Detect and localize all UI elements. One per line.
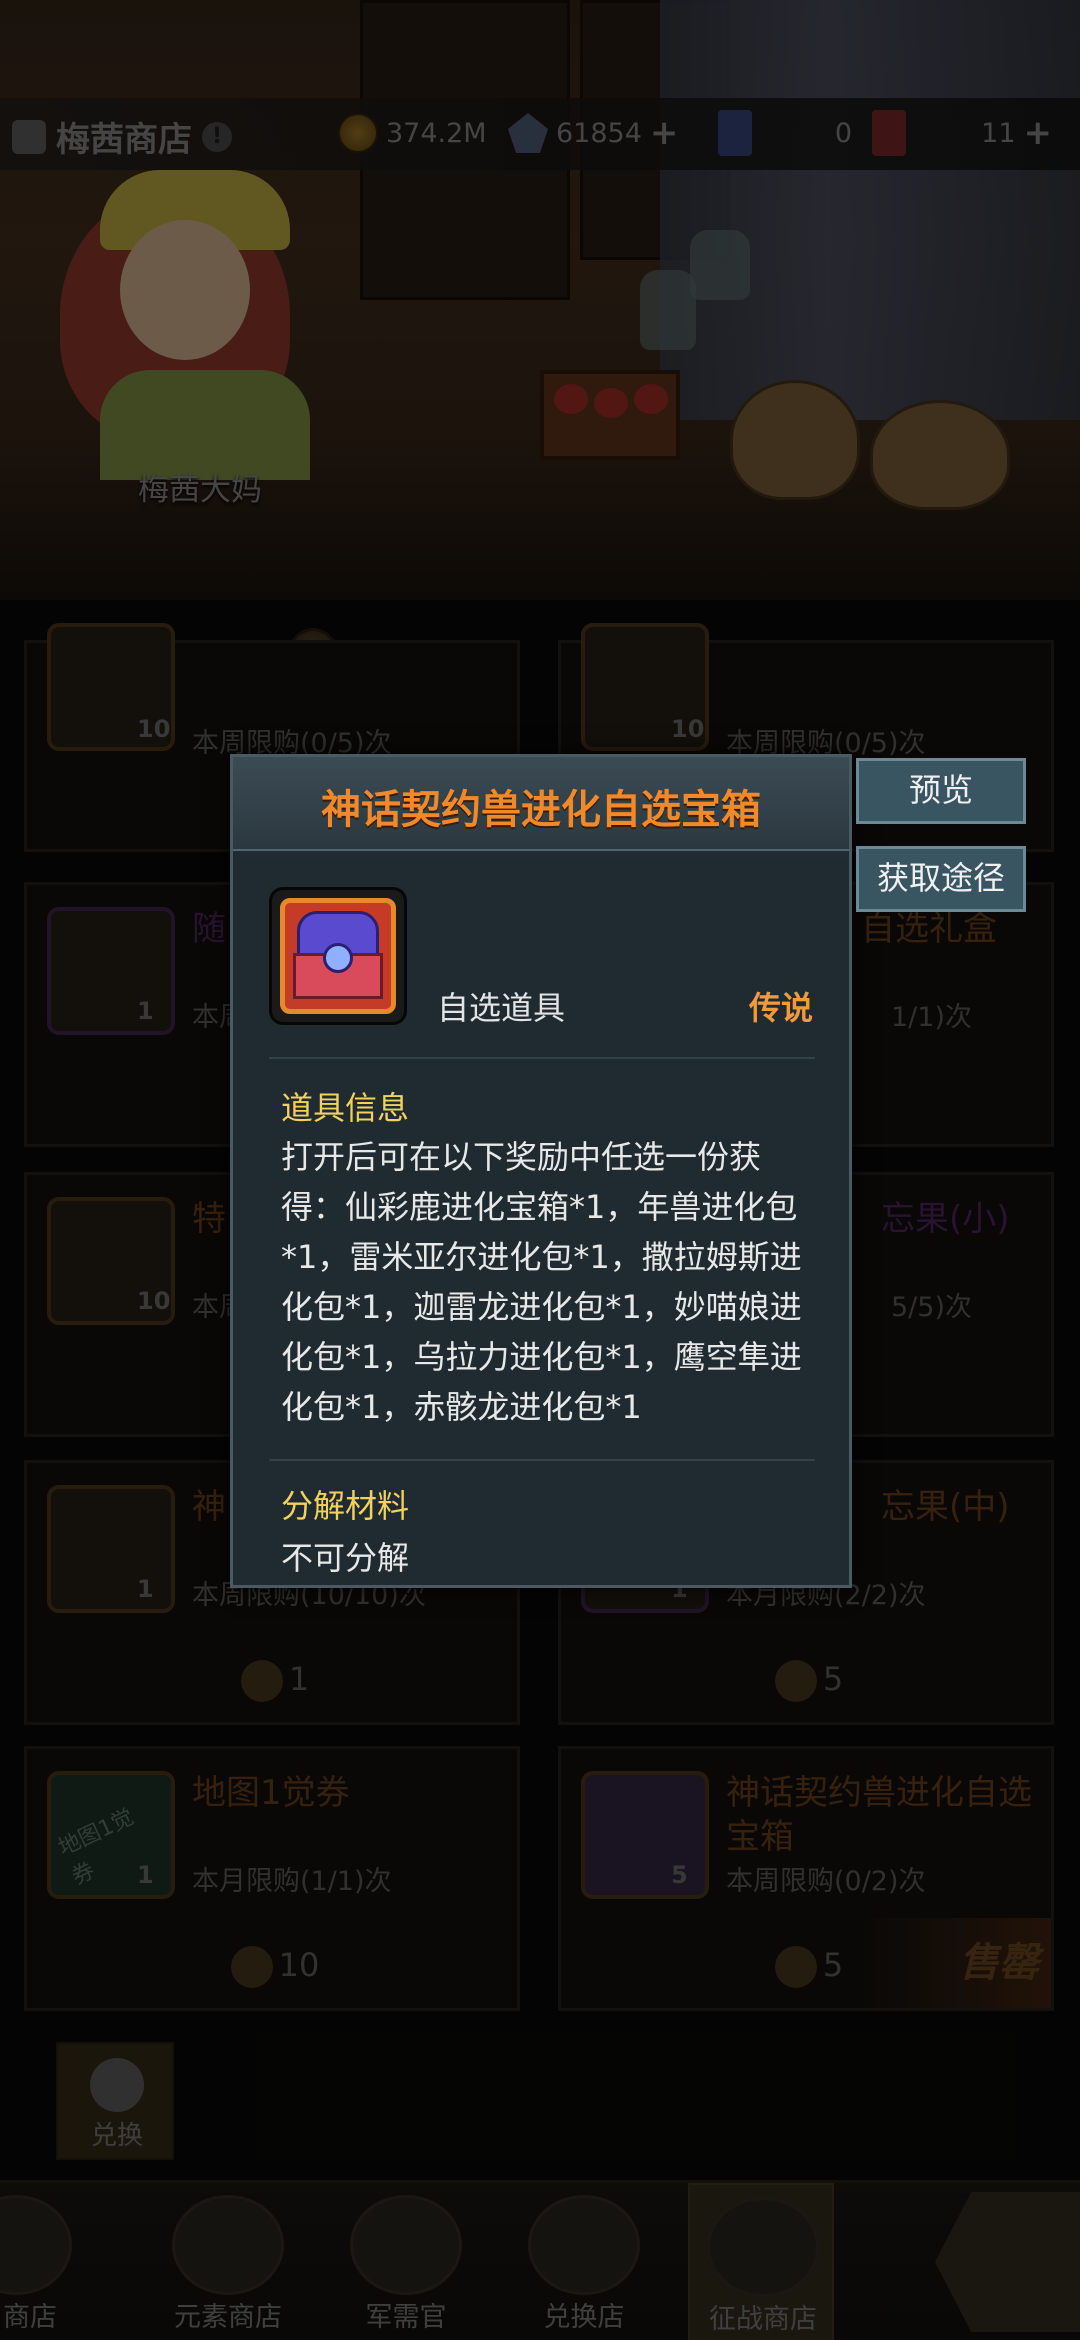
- nav-label: 兑换店: [543, 2302, 625, 2333]
- sold-out-badge: 售罄: [851, 1918, 1051, 2008]
- item-title: 忘果(中): [881, 1487, 1010, 1527]
- red-ticket-amount: 11: [981, 117, 1016, 149]
- item-count: 1: [137, 997, 154, 1025]
- add-ticket-button[interactable]: +: [1024, 113, 1053, 153]
- item-title: 神话契约兽进化自选宝箱: [726, 1773, 1032, 1857]
- item-rarity: 传说: [748, 989, 813, 1027]
- item-icon: 地图1觉券: [47, 1771, 175, 1899]
- gold-amount: 374.2M: [386, 117, 487, 149]
- jar: [640, 270, 696, 350]
- add-crystal-button[interactable]: +: [650, 113, 679, 153]
- fruit-crate: [540, 370, 680, 460]
- crystal-icon: [528, 2195, 640, 2295]
- chest-icon: [581, 1771, 709, 1899]
- red-ticket-currency: 11 +: [872, 110, 1052, 156]
- item-type: 自选道具: [437, 989, 566, 1027]
- item-count: 10: [671, 715, 705, 743]
- divider: [269, 1459, 815, 1461]
- item-title: 忘果(小): [881, 1199, 1010, 1239]
- bottom-nav: 商店 元素商店 军需官 兑换店 征战商店: [0, 2180, 1080, 2340]
- gold-currency: 374.2M: [338, 110, 487, 156]
- crystal-currency: 61854 +: [508, 110, 678, 156]
- item-price[interactable]: 1: [27, 1660, 523, 1702]
- item-icon: [47, 1485, 175, 1613]
- item-description: 打开后可在以下奖励中任选一份获得：仙彩鹿进化宝箱*1，年兽进化包*1，雷米亚尔进…: [281, 1138, 802, 1426]
- sack: [730, 380, 860, 500]
- shop-item-card[interactable]: 5 神话契约兽进化自选宝箱 本周限购(0/2)次 5 售罄: [558, 1746, 1054, 2011]
- item-title: 自选礼盒: [861, 909, 997, 949]
- item-price[interactable]: 5: [561, 1660, 1057, 1702]
- top-bar: 梅茜商店 ! 374.2M 61854 + 0 11 +: [0, 98, 1080, 170]
- medal-icon: [230, 1946, 273, 1988]
- jar: [690, 230, 750, 300]
- shop-icon: [0, 2195, 72, 2295]
- exchange-label: 兑换: [90, 2121, 143, 2151]
- exchange-button[interactable]: 兑换: [56, 2042, 174, 2160]
- crystal-amount: 61854: [556, 117, 642, 149]
- item-count: 1: [137, 1575, 154, 1603]
- treasure-chest-icon: [280, 898, 396, 1014]
- nav-label: 军需官: [365, 2302, 447, 2333]
- npc-portrait: [60, 150, 330, 480]
- item-count: 10: [137, 1287, 171, 1315]
- shop-scene: [0, 0, 1080, 600]
- blue-ticket-icon: [718, 110, 752, 156]
- coins-icon: [707, 2197, 819, 2297]
- item-price[interactable]: 10: [27, 1946, 523, 1988]
- shop-name: 梅茜商店: [56, 120, 192, 160]
- shop-title: 梅茜商店 !: [12, 112, 232, 161]
- red-ticket-icon: [872, 110, 906, 156]
- nav-shop[interactable]: 商店: [0, 2183, 160, 2340]
- purchase-limit: 本月限购(1/1)次: [192, 1866, 392, 1897]
- nav-exchange-shop[interactable]: 兑换店: [504, 2183, 664, 2340]
- medal-icon: [774, 1946, 817, 1988]
- blue-ticket-currency: 0: [718, 110, 852, 156]
- source-button[interactable]: 获取途径: [856, 846, 1026, 912]
- preview-button[interactable]: 预览: [856, 758, 1026, 824]
- shop-item-card[interactable]: 地图1觉券 1 地图1觉券 本月限购(1/1)次 10: [24, 1746, 520, 2011]
- purchase-limit: 5/5)次: [891, 1292, 972, 1323]
- shield-icon: [350, 2195, 462, 2295]
- purchase-limit: 本周限购(0/2)次: [726, 1866, 926, 1897]
- info-icon[interactable]: !: [202, 121, 232, 152]
- info-section-title: 道具信息: [281, 1089, 410, 1127]
- nav-conquest-shop[interactable]: 征战商店: [688, 2183, 834, 2340]
- divider: [269, 1057, 815, 1059]
- item-icon: [47, 907, 175, 1035]
- curtain: [660, 0, 1080, 420]
- item-icon-frame: [269, 887, 407, 1025]
- nav-label: 元素商店: [174, 2302, 282, 2333]
- exchange-icon: [90, 2058, 144, 2112]
- medal-icon: [240, 1660, 283, 1702]
- popup-title: 神话契约兽进化自选宝箱: [321, 787, 761, 833]
- item-count: 5: [671, 1861, 688, 1889]
- sack: [870, 400, 1010, 510]
- gold-coin-icon: [338, 113, 378, 153]
- npc-name: 梅茜大妈: [138, 472, 262, 508]
- decompose-section-title: 分解材料: [281, 1487, 410, 1525]
- purchase-limit: 1/1)次: [891, 1002, 972, 1033]
- medal-icon: [774, 1660, 817, 1702]
- nav-label: 征战商店: [709, 2304, 817, 2335]
- crystal-icon: [508, 113, 548, 153]
- nav-quartermaster[interactable]: 军需官: [326, 2183, 486, 2340]
- star-icon: [172, 2195, 284, 2295]
- decompose-text: 不可分解: [281, 1539, 410, 1577]
- blue-ticket-amount: 0: [834, 117, 852, 149]
- nav-label: 商店: [3, 2302, 57, 2333]
- popup-header: 神话契约兽进化自选宝箱: [233, 757, 849, 851]
- coins-stack-icon: [12, 119, 46, 154]
- item-count: 1: [137, 1861, 154, 1889]
- nav-element-shop[interactable]: 元素商店: [148, 2183, 308, 2340]
- item-count: 10: [137, 715, 171, 743]
- item-title: 地图1觉券: [192, 1773, 350, 1813]
- item-detail-popup: 神话契约兽进化自选宝箱 自选道具 传说 道具信息 打开后可在以下奖励中任选一份获…: [230, 754, 852, 1588]
